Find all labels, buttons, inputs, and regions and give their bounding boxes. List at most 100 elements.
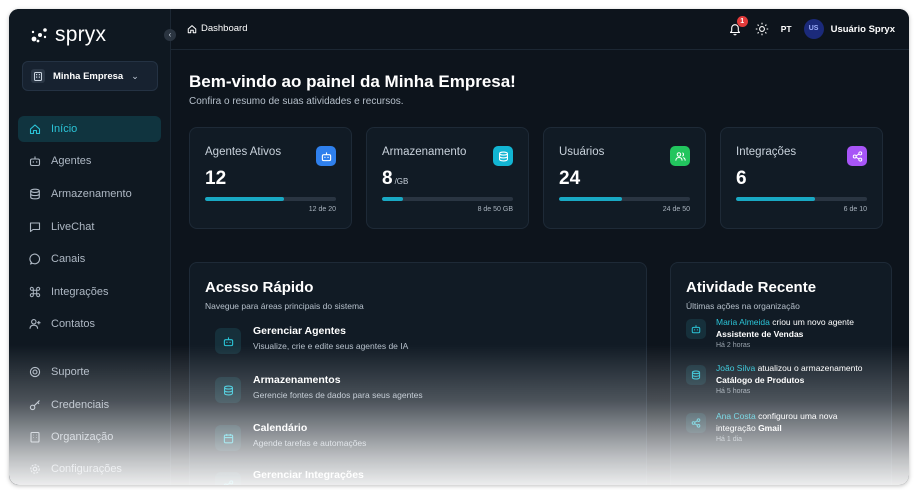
calendar-icon [215,425,241,451]
activity-object: Assistente de Vendas [716,328,804,339]
quick-access-panel: Acesso Rápido Navegue para áreas princip… [189,262,647,485]
activity-action: atualizou o armazenamento [755,363,863,373]
panel-subtitle: Navegue para áreas principais do sistema [205,301,364,311]
building-icon [31,69,45,83]
panel-subtitle: Últimas ações na organização [686,301,800,311]
activity-time: Há 5 horas [716,388,751,395]
stat-label: Armazenamento [382,146,467,158]
breadcrumb: Dashboard [187,23,247,34]
bot-icon [686,319,706,339]
activity-item[interactable]: João Silva atualizou o armazenamento Cat… [686,363,876,395]
quick-link-title: Calendário [253,422,308,434]
database-icon [30,188,40,200]
page-subtitle: Confira o resumo de suas atividades e re… [189,96,404,107]
sidebar-item-armazenamento[interactable]: Armazenamento [18,181,161,207]
progress-caption: 6 de 10 [843,206,867,213]
stat-card-armazenamento[interactable]: Armazenamento 8/GB 8 de 50 GB [366,127,529,229]
quick-link-title: Armazenamentos [253,374,341,386]
quick-link-armazenamentos[interactable]: Armazenamentos Gerencie fontes de dados p… [215,374,423,403]
sidebar-item-agentes[interactable]: Agentes [18,148,161,174]
activity-user[interactable]: João Silva [716,363,755,373]
collapse-sidebar-button[interactable]: ‹ [164,29,176,41]
sidebar-item-configuracoes[interactable]: Configurações [18,456,161,482]
avatar: US [803,19,824,39]
quick-link-desc: Gerencie fontes de dados para seus agent… [253,390,423,400]
notifications-button[interactable]: 1 [727,16,748,37]
sidebar-item-organizacao[interactable]: Organização [18,424,161,450]
bot-icon [29,156,41,167]
sidebar-item-livechat[interactable]: LiveChat [18,214,161,240]
database-icon [686,365,706,385]
user-name: Usuário Spryx [830,23,895,35]
bot-icon [316,146,336,166]
lifebuoy-icon [29,366,41,378]
company-selector[interactable]: Minha Empresa ⌄ [22,61,158,91]
quick-link-integracoes[interactable]: Gerenciar Integrações [215,469,364,485]
activity-time: Há 2 horas [716,342,751,349]
activity-object: Catálogo de Produtos [716,374,805,385]
progress-bar [382,197,513,201]
sidebar: spryx Minha Empresa ⌄ Início Agentes Arm… [9,9,171,485]
sidebar-item-label: Configurações [51,463,122,475]
app-window: spryx Minha Empresa ⌄ Início Agentes Arm… [9,9,909,485]
share-icon [215,472,241,485]
sidebar-item-credenciais[interactable]: Credenciais [18,392,161,418]
brand-logo[interactable]: spryx [29,23,106,47]
quick-link-calendario[interactable]: Calendário Agende tarefas e automações [215,422,366,451]
stat-card-usuarios[interactable]: Usuários 24 24 de 50 [543,127,706,229]
share-icon [686,413,706,433]
stat-card-agentes[interactable]: Agentes Ativos 12 12 de 20 [189,127,352,229]
activity-item[interactable]: Ana Costa configurou uma nova integração… [686,411,876,443]
quick-link-agentes[interactable]: Gerenciar Agentes Visualize, crie e edite… [215,325,408,354]
sidebar-item-label: Armazenamento [51,188,132,200]
stat-value: 24 [559,168,581,189]
message-circle-icon [29,253,41,265]
sidebar-item-label: Canais [51,253,86,265]
stat-card-integracoes[interactable]: Integrações 6 6 de 10 [720,127,883,229]
activity-action: criou um novo agente [769,317,854,327]
page-title: Bem-vindo ao painel da Minha Empresa! [189,72,516,91]
sidebar-item-label: Credenciais [51,399,110,411]
bot-icon [215,328,241,354]
building-icon [30,431,40,443]
gear-icon [30,464,40,474]
stat-label: Usuários [559,146,605,158]
sidebar-item-label: Início [51,123,78,135]
sun-icon[interactable] [755,22,769,36]
breadcrumb-dashboard[interactable]: Dashboard [201,23,247,34]
top-bar: Dashboard 1 PT US Usuário Spryx [171,9,909,50]
quick-link-desc: Agende tarefas e automações [253,438,367,448]
progress-bar [559,197,690,201]
stat-label: Agentes Ativos [205,146,282,158]
activity-user[interactable]: Ana Costa [716,411,756,421]
activity-item[interactable]: Maria Almeida criou um novo agente Assis… [686,317,876,349]
stat-label: Integrações [736,146,797,158]
user-menu[interactable]: US Usuário Spryx [803,19,895,39]
top-bar-actions: 1 PT US Usuário Spryx [727,16,895,40]
users-icon [670,146,690,166]
stat-value: 6 [736,168,747,189]
sidebar-item-suporte[interactable]: Suporte [18,359,161,385]
progress-bar [736,197,867,201]
progress-bar [205,197,336,201]
sidebar-item-label: Organização [51,431,114,443]
sidebar-item-contatos[interactable]: Contatos [18,311,161,337]
sidebar-item-canais[interactable]: Canais [18,246,161,272]
language-selector[interactable]: PT [781,24,792,34]
activity-user[interactable]: Maria Almeida [716,317,770,327]
sidebar-item-integracoes[interactable]: Integrações [18,279,161,305]
company-name: Minha Empresa [53,70,124,82]
key-icon [29,400,40,411]
progress-caption: 12 de 20 [308,206,336,213]
user-plus-icon [29,319,41,329]
stat-value: 12 [205,168,227,189]
sidebar-item-inicio[interactable]: Início [18,116,161,142]
sidebar-item-label: Agentes [51,155,92,167]
database-icon [493,146,513,166]
home-icon [29,124,41,135]
brand-name: spryx [55,23,107,46]
sidebar-item-label: Integrações [51,286,109,298]
quick-link-title: Gerenciar Integrações [253,469,364,481]
sidebar-item-label: LiveChat [51,221,95,233]
stat-value: 8/GB [382,168,409,189]
